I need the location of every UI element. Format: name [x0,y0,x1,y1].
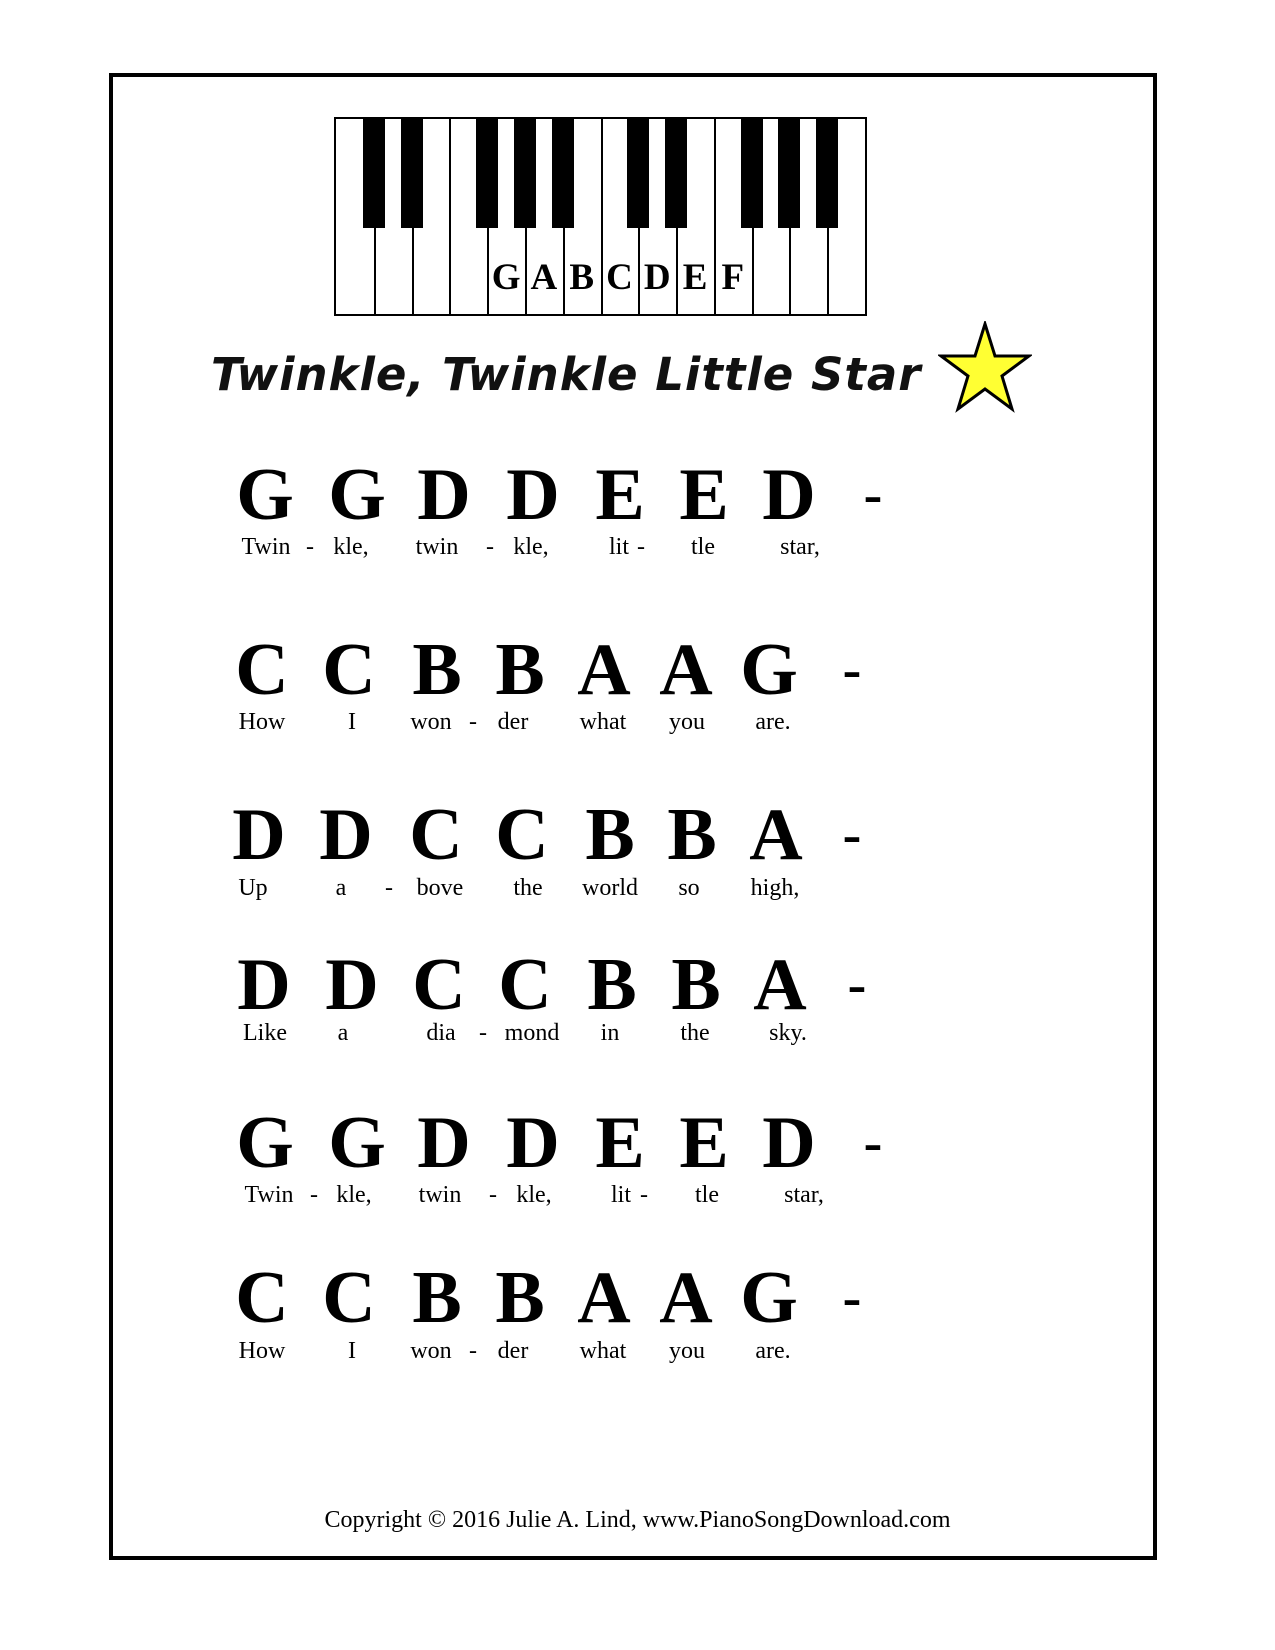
note-letter: C [498,944,552,1026]
star-icon [938,321,1032,413]
note-letter: C [322,629,376,711]
note-letter: D [417,454,471,536]
piano-keyboard: GABCDEF [334,117,867,316]
hold-dash: - [847,954,867,1016]
lyric-syllable: star, [780,534,820,560]
black-key [400,119,423,228]
note-letter: G [328,1102,386,1184]
note-letter: D [506,1102,560,1184]
note-letter: C [322,1257,376,1339]
black-key [513,119,536,228]
note-letter: C [495,794,549,876]
note-letter: C [409,794,463,876]
hold-dash: - [842,804,862,866]
black-key [627,119,650,228]
black-key [740,119,763,228]
lyric-syllable: are. [755,709,791,735]
note-letter: C [412,944,466,1026]
note-letter: D [325,944,379,1026]
hold-dash: - [842,639,862,701]
song-title: Twinkle, Twinkle Little Star [211,348,922,401]
note-letter: G [236,454,294,536]
key-label: A [530,257,558,298]
hold-dash: - [863,464,883,526]
key-label: G [491,257,521,298]
note-letter: D [417,1102,471,1184]
hold-dash: - [842,1267,862,1329]
key-label: C [606,257,633,298]
copyright-footer: Copyright © 2016 Julie A. Lind, www.Pian… [324,1507,951,1533]
black-key [665,119,688,228]
lyric-syllable: sky. [769,1020,807,1046]
key-label: B [569,257,595,298]
note-letter: G [328,454,386,536]
black-key [476,119,499,228]
note-letter: G [236,1102,294,1184]
lyric-syllable: star, [784,1182,824,1208]
note-letter: D [319,794,373,876]
lyric-syllable: high, [750,875,800,901]
note-letter: C [235,629,289,711]
key-label: D [643,257,671,298]
black-key [778,119,801,228]
lyric-syllable: are. [755,1338,791,1364]
key-label: F [721,257,745,298]
black-key [551,119,574,228]
note-letter: D [237,944,291,1026]
black-key [362,119,385,228]
black-key [816,119,839,228]
note-letter: D [232,794,286,876]
note-letter: D [506,454,560,536]
key-label: E [682,257,708,298]
note-letter: C [235,1257,289,1339]
hold-dash: - [863,1112,883,1174]
